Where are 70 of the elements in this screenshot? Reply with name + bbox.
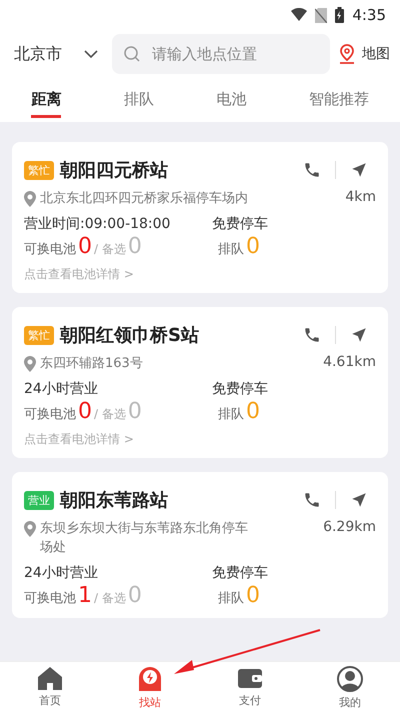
queue-count: 0 xyxy=(246,235,260,259)
spare-count: 0 xyxy=(128,400,142,424)
opening-hours: 24小时营业 xyxy=(24,564,99,582)
map-button[interactable]: 地图 xyxy=(338,44,390,64)
wallet-icon xyxy=(237,666,263,690)
navigation-icon xyxy=(350,491,368,509)
tab[interactable]: 排队 xyxy=(124,82,154,118)
charging-station-icon xyxy=(137,666,163,692)
spare-label: / 备选 xyxy=(94,590,126,607)
status-badge: 繁忙 xyxy=(24,160,54,180)
search-icon xyxy=(124,46,140,62)
station-address: 东坝乡东坝大街与东苇路东北角停车场处 xyxy=(40,520,249,557)
battery-count: 0 xyxy=(78,235,92,259)
station-address: 北京东北四环四元桥家乐福停车场内 xyxy=(40,190,249,208)
status-badge: 繁忙 xyxy=(24,326,54,344)
wifi-icon xyxy=(291,8,308,22)
battery-label: 可换电池 xyxy=(24,590,76,607)
tab[interactable]: 距离 xyxy=(31,82,62,118)
station-distance: 4.61km xyxy=(323,354,376,370)
spare-count: 0 xyxy=(128,584,142,608)
station-card[interactable]: 繁忙 朝阳四元桥站 北京东北四环四元桥家乐福停车场内 4km 营业时间:09:00-18:00 免费停车 可换电池 0/ 备选 0 排队 0 点击查看电池详情 > xyxy=(12,142,388,293)
city-selector[interactable]: 北京市 xyxy=(14,44,98,64)
search-field[interactable]: 请输入地点位置 xyxy=(150,44,284,64)
location-pin-icon xyxy=(24,521,36,537)
battery-count: 0 xyxy=(78,400,92,424)
battery-label: 可换电池 xyxy=(24,241,76,258)
nav-tab[interactable]: 首页 xyxy=(0,662,100,720)
phone-icon xyxy=(303,161,321,179)
battery-label: 可换电池 xyxy=(24,406,76,423)
queue-label: 排队 xyxy=(218,406,244,423)
phone-icon xyxy=(303,326,321,344)
status-badge: 营业 xyxy=(24,490,54,510)
opening-hours: 24小时营业 xyxy=(24,380,99,398)
station-distance: 6.29km xyxy=(323,519,376,535)
parking-info: 免费停车 xyxy=(212,564,269,582)
station-card[interactable]: 繁忙 朝阳红领巾桥S站 东四环辅路163号 4.61km 24小时营业 免费停车 可换电池 0/ 备选 0 排队 0 点击查看电池详情 > xyxy=(12,307,388,458)
navigation-icon xyxy=(350,326,368,344)
queue-label: 排队 xyxy=(218,590,244,607)
parking-info: 免费停车 xyxy=(212,380,269,398)
battery-icon xyxy=(335,7,344,23)
spare-label: / 备选 xyxy=(94,406,126,423)
navigation-icon xyxy=(350,161,368,179)
tab[interactable]: 电池 xyxy=(216,82,246,118)
location-pin-icon xyxy=(24,191,36,207)
station-name: 朝阳东苇路站 xyxy=(60,489,169,512)
phone-icon xyxy=(303,491,321,509)
profile-icon xyxy=(337,666,363,692)
station-name: 朝阳四元桥站 xyxy=(60,159,169,182)
home-icon xyxy=(37,666,63,690)
tab[interactable]: 智能推荐 xyxy=(308,82,369,118)
spare-label: / 备选 xyxy=(94,241,126,258)
station-card[interactable]: 营业 朝阳东苇路站 东坝乡东坝大街与东苇路东北角停车场处 6.29km 24小时营业 免费停车 可换电池 1/ 备选 0 排队 0 xyxy=(12,472,388,618)
no-sim-icon xyxy=(315,8,328,22)
parking-info: 免费停车 xyxy=(212,215,269,233)
queue-count: 0 xyxy=(246,584,260,608)
spare-count: 0 xyxy=(128,235,142,259)
battery-count: 1 xyxy=(78,584,92,608)
nav-tab[interactable]: 我的 xyxy=(300,662,400,720)
chevron-down-icon xyxy=(84,50,98,58)
queue-label: 排队 xyxy=(218,241,244,258)
station-name: 朝阳红领巾桥S站 xyxy=(60,324,200,347)
map-pin-icon xyxy=(338,44,356,64)
nav-tab[interactable]: 支付 xyxy=(200,662,300,720)
opening-hours: 营业时间:09:00-18:00 xyxy=(24,215,172,233)
search-bar[interactable]: 请输入地点位置 xyxy=(112,34,330,74)
location-pin-icon xyxy=(24,356,36,372)
station-address: 东四环辅路163号 xyxy=(40,355,144,373)
station-distance: 4km xyxy=(345,189,376,205)
queue-count: 0 xyxy=(246,400,260,424)
status-time: 4:35 xyxy=(352,6,386,24)
